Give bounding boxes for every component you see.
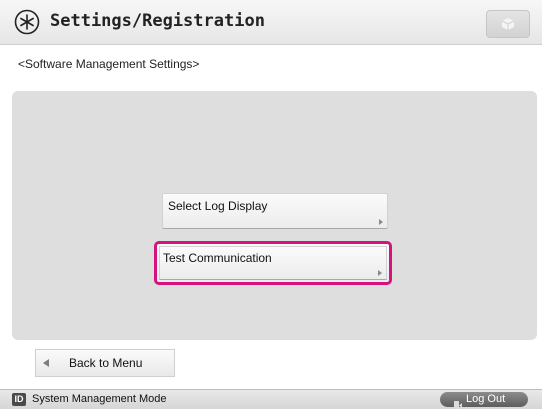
title-bar: Settings/Registration [0, 0, 542, 45]
cube-icon [501, 18, 515, 30]
test-communication-button-face: Test Communication [159, 246, 387, 280]
chevron-right-icon [379, 219, 383, 225]
header-cube-button[interactable] [486, 10, 530, 38]
test-communication-label: Test Communication [163, 251, 272, 265]
settings-star-icon [14, 9, 40, 35]
test-communication-button[interactable]: Test Communication [154, 241, 392, 285]
select-log-display-button[interactable]: Select Log Display [162, 193, 388, 229]
breadcrumb: <Software Management Settings> [18, 57, 200, 71]
back-to-menu-button[interactable]: Back to Menu [35, 349, 175, 377]
screen: Settings/Registration <Software Manageme… [0, 0, 542, 409]
log-out-button[interactable]: Log Out [440, 392, 528, 409]
log-out-label: Log Out [466, 393, 506, 405]
select-log-display-label: Select Log Display [168, 199, 268, 213]
logout-door-icon [454, 395, 462, 409]
status-text: System Management Mode [32, 393, 167, 405]
id-badge: ID [12, 393, 26, 406]
back-to-menu-label: Back to Menu [69, 356, 143, 370]
chevron-right-icon [378, 270, 382, 276]
main-panel: Select Log Display Test Communication [12, 91, 537, 340]
page-title: Settings/Registration [50, 11, 265, 31]
back-arrow-icon [43, 359, 49, 367]
status-bar: ID System Management Mode Log Out [0, 389, 542, 409]
